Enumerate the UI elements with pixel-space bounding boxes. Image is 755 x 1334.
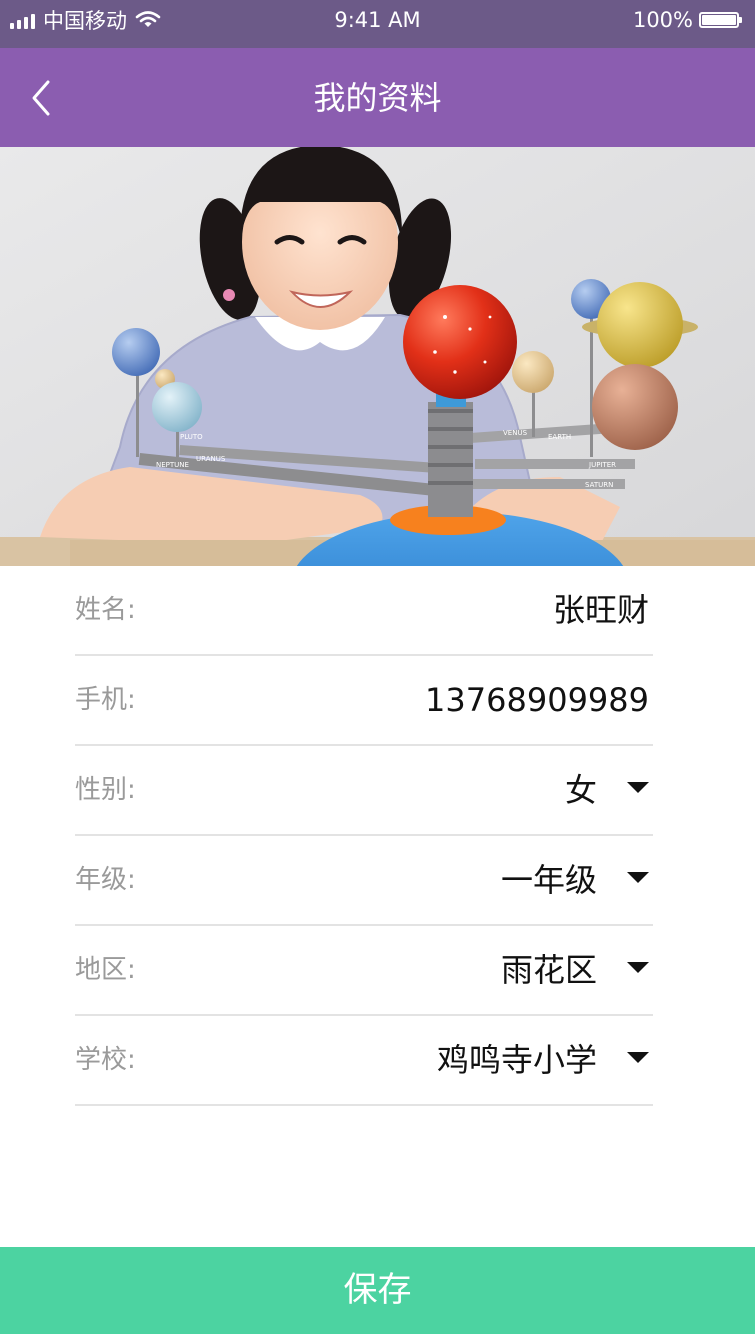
district-value[interactable]: 雨花区 (501, 926, 597, 1014)
grade-value[interactable]: 一年级 (501, 836, 597, 924)
hero-planet-label: NEPTUNE (156, 461, 189, 469)
gender-label: 性别: (75, 775, 136, 805)
caret-down-icon[interactable] (627, 962, 649, 973)
hero-planet-label: SATURN (585, 481, 613, 489)
status-bar: 中国移动 9:41 AM 100% (0, 0, 755, 48)
hero-planet-label: PLUTO (180, 433, 203, 441)
battery-group: 100% (632, 6, 742, 34)
gender-select[interactable]: 性别: 女 (75, 746, 653, 836)
caret-down-icon[interactable] (627, 782, 649, 793)
caret-down-icon[interactable] (627, 1052, 649, 1063)
name-value[interactable]: 张旺财 (553, 566, 649, 654)
battery-icon (699, 12, 742, 28)
nav-bar: 我的资料 (0, 48, 755, 147)
hero-photo: PLUTO URANUS NEPTUNE VENUS EARTH JUPITER… (0, 147, 755, 566)
save-button[interactable]: 保存 (0, 1247, 755, 1334)
school-label: 学校: (75, 1045, 136, 1075)
gender-value[interactable]: 女 (565, 746, 597, 834)
grade-label: 年级: (75, 865, 136, 895)
phone-field[interactable]: 手机: 13768909989 (75, 656, 653, 746)
girl-with-solar-system-model-image: PLUTO URANUS NEPTUNE VENUS EARTH JUPITER… (0, 147, 755, 566)
profile-form: 姓名: 张旺财 手机: 13768909989 性别: 女 年级: 一年级 地区… (75, 566, 653, 1106)
hero-planet-label: VENUS (503, 429, 528, 437)
name-label: 姓名: (75, 595, 136, 625)
phone-value[interactable]: 13768909989 (425, 656, 649, 744)
district-label: 地区: (75, 955, 136, 985)
school-value[interactable]: 鸡鸣寺小学 (437, 1016, 597, 1104)
battery-percent: 100% (632, 8, 693, 32)
caret-down-icon[interactable] (627, 872, 649, 883)
name-field[interactable]: 姓名: 张旺财 (75, 566, 653, 656)
hero-planet-label: JUPITER (588, 461, 616, 469)
phone-label: 手机: (75, 685, 136, 715)
school-select[interactable]: 学校: 鸡鸣寺小学 (75, 1016, 653, 1106)
hero-planet-label: EARTH (548, 433, 571, 441)
grade-select[interactable]: 年级: 一年级 (75, 836, 653, 926)
page-title: 我的资料 (313, 79, 442, 117)
hero-planet-label: URANUS (196, 455, 226, 463)
district-select[interactable]: 地区: 雨花区 (75, 926, 653, 1016)
